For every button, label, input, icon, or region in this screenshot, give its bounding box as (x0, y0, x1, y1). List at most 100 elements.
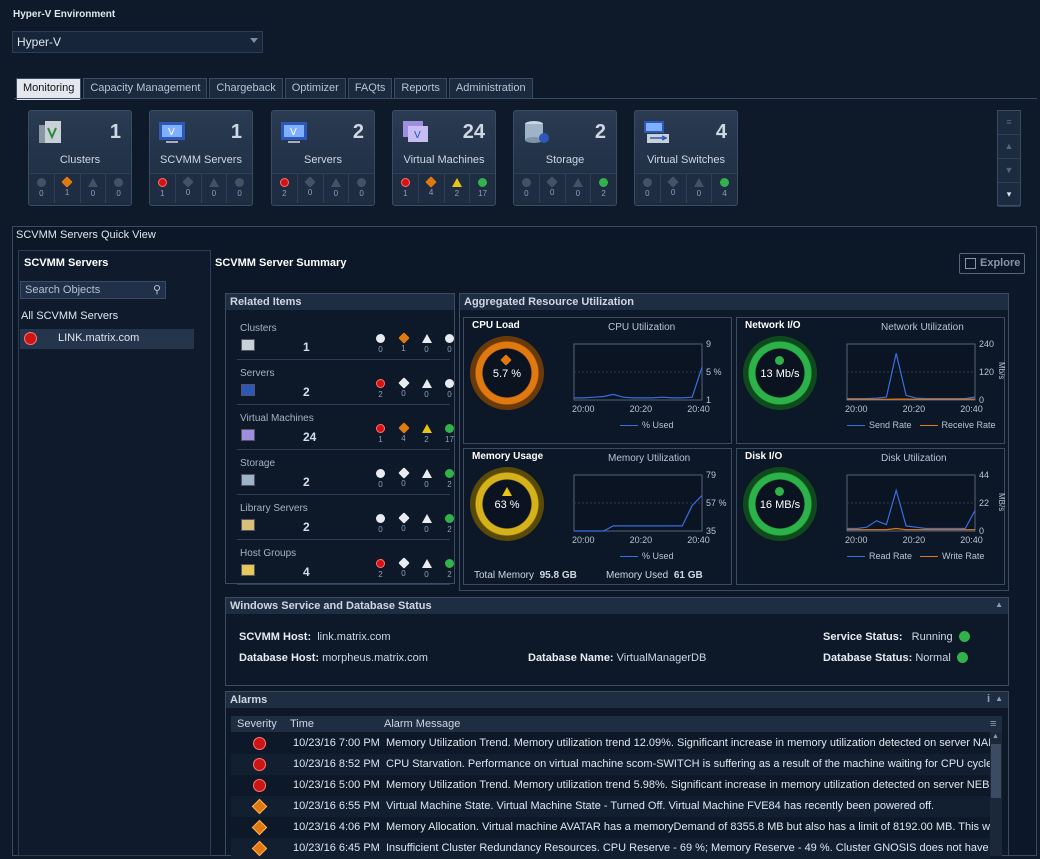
collapse-icon[interactable]: ▲ (995, 600, 1003, 609)
related-item-name: Host Groups (240, 548, 296, 559)
search-input[interactable]: Search Objects⚲ (20, 281, 166, 299)
scroll-down-icon[interactable]: ▼ (998, 159, 1020, 183)
alarm-time: 10/23/16 4:06 PM (293, 821, 380, 833)
y-tick-label: 120 (979, 367, 994, 377)
tab-reports[interactable]: Reports (394, 78, 447, 99)
major-icon (304, 176, 315, 187)
alarm-message: CPU Starvation. Performance on virtual m… (386, 758, 990, 770)
critical-icon (253, 737, 266, 750)
critical-icon (253, 779, 266, 792)
explore-icon (965, 258, 976, 269)
environment-select[interactable]: Hyper-V (12, 31, 263, 53)
alarm-message: Insufficient Cluster Redundancy Resource… (386, 842, 990, 854)
related-item-name: Servers (240, 368, 274, 379)
minor-icon (422, 514, 432, 523)
alarm-time: 10/23/16 6:45 PM (293, 842, 380, 854)
related-item-count: 4 (303, 565, 310, 579)
alarms-scrollbar[interactable]: ▲ (990, 732, 1002, 856)
related-item-row[interactable]: Storage 2 0002 (237, 451, 450, 495)
collapse-icon[interactable]: ▲ (995, 694, 1003, 703)
scroll-up-icon[interactable]: ▲ (992, 733, 999, 740)
alarm-row[interactable]: 10/23/16 5:00 PM Memory Utilization Tren… (231, 775, 990, 796)
related-item-count: 24 (303, 430, 316, 444)
column-menu-icon[interactable]: ≡ (990, 718, 996, 730)
critical-icon (158, 178, 167, 187)
virtual-machine-icon: V (399, 117, 431, 147)
critical-icon (522, 178, 531, 187)
tab-faqts[interactable]: FAQts (348, 78, 393, 99)
column-alarm-message[interactable]: Alarm Message (384, 718, 460, 730)
tab-capacity-management[interactable]: Capacity Management (83, 78, 207, 99)
server-icon: V (278, 117, 310, 147)
x-tick-label: 20:00 (845, 404, 868, 414)
related-item-row[interactable]: Clusters 1 0100 (237, 316, 450, 360)
tab-administration[interactable]: Administration (449, 78, 533, 99)
critical-icon (253, 758, 266, 771)
column-severity[interactable]: Severity (237, 718, 277, 730)
major-icon (398, 332, 409, 343)
alarm-row[interactable]: 10/23/16 6:55 PM Virtual Machine State. … (231, 796, 990, 817)
related-items-title: Related Items (226, 294, 454, 310)
tab-monitoring[interactable]: Monitoring (16, 78, 81, 100)
ok-icon (957, 652, 968, 663)
server-list-heading: SCVMM Servers (24, 257, 108, 269)
related-item-row[interactable]: Library Servers 2 0002 (237, 496, 450, 540)
related-item-name: Library Servers (240, 503, 308, 514)
x-tick-label: 20:20 (903, 535, 926, 545)
scroll-up-icon[interactable]: ▲ (998, 135, 1020, 159)
chart-legend: Read RateWrite Rate (847, 551, 992, 561)
tile-label: SCVMM Servers (150, 154, 252, 166)
tile-virtual-machines[interactable]: V 24 Virtual Machines 14217 (392, 110, 496, 206)
minor-icon (694, 178, 704, 187)
column-time[interactable]: Time (290, 718, 314, 730)
alarm-message: Virtual Machine State. Virtual Machine S… (386, 800, 934, 812)
server-icon (241, 384, 255, 396)
tile-count: 2 (595, 121, 606, 144)
list-icon[interactable]: ≡ (998, 111, 1020, 135)
summary-title: SCVMM Server Summary (215, 257, 346, 269)
tile-scvmm-servers[interactable]: V 1 SCVMM Servers 1000 (149, 110, 253, 206)
cluster-icon (241, 339, 255, 351)
library-server-icon (241, 519, 255, 531)
major-icon (252, 799, 268, 815)
tile-clusters[interactable]: 1 Clusters 0100 (28, 110, 132, 206)
tab-optimizer[interactable]: Optimizer (285, 78, 346, 99)
tile-count: 2 (353, 121, 364, 144)
info-icon[interactable]: i (987, 693, 990, 705)
alarm-row[interactable]: 10/23/16 7:00 PM Memory Utilization Tren… (231, 733, 990, 754)
y-tick-label: 240 (979, 339, 994, 349)
legend-item: Write Rate (920, 551, 984, 561)
main-tabs: Monitoring Capacity Management Chargebac… (16, 78, 533, 99)
virtual-machine-icon (241, 429, 255, 441)
tile-virtual-switches[interactable]: 4 Virtual Switches 0004 (634, 110, 738, 206)
major-icon (398, 557, 409, 568)
database-host: Database Host: morpheus.matrix.com (239, 652, 428, 664)
tile-servers[interactable]: V 2 Servers 2000 (271, 110, 375, 206)
server-list-item[interactable]: LINK.matrix.com (20, 329, 194, 349)
svg-text:V: V (168, 127, 175, 138)
explore-button[interactable]: Explore (959, 253, 1025, 274)
alarm-time: 10/23/16 6:55 PM (293, 800, 380, 812)
service-status: Service Status: Running (823, 631, 970, 643)
related-item-row[interactable]: Servers 2 2000 (237, 361, 450, 405)
ok-icon (445, 379, 454, 388)
all-servers-item[interactable]: All SCVMM Servers (21, 310, 118, 322)
related-item-count: 1 (303, 340, 310, 354)
related-item-row[interactable]: Host Groups 4 2002 (237, 541, 450, 585)
critical-icon (280, 178, 289, 187)
search-icon[interactable]: ⚲ (153, 283, 161, 296)
tile-count: 24 (463, 121, 485, 144)
major-icon (61, 176, 72, 187)
alarm-row[interactable]: 10/23/16 8:52 PM CPU Starvation. Perform… (231, 754, 990, 775)
customize-icon[interactable]: ▾ (998, 183, 1020, 207)
aggregated-title: Aggregated Resource Utilization (460, 294, 1008, 310)
critical-icon (376, 424, 385, 433)
alarm-row[interactable]: 10/23/16 4:06 PM Memory Allocation. Virt… (231, 817, 990, 838)
tab-chargeback[interactable]: Chargeback (209, 78, 282, 99)
related-item-row[interactable]: Virtual Machines 24 14217 (237, 406, 450, 450)
tile-label: Clusters (29, 154, 131, 166)
scrollbar-thumb[interactable] (991, 744, 1001, 798)
tile-storage[interactable]: 2 Storage 0002 (513, 110, 617, 206)
tile-label: Virtual Switches (635, 154, 737, 166)
x-tick-label: 20:40 (687, 535, 710, 545)
